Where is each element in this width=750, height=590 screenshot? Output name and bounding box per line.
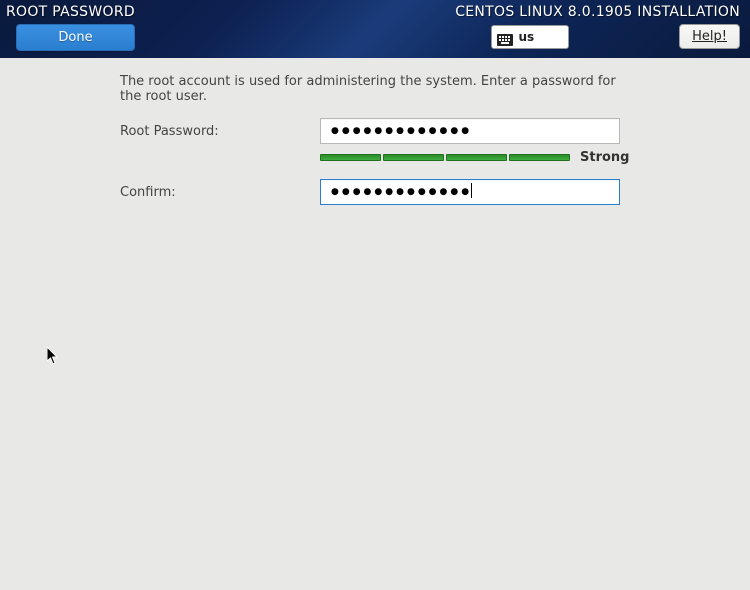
keyboard-layout-label: us (518, 30, 534, 44)
header-right: CENTOS LINUX 8.0.1905 INSTALLATION us He… (455, 4, 740, 49)
password-strength-label: Strong (580, 150, 629, 165)
installer-title: CENTOS LINUX 8.0.1905 INSTALLATION (455, 4, 740, 20)
password-dots (331, 126, 472, 136)
header-left: ROOT PASSWORD Done (6, 4, 135, 51)
content-area: The root account is used for administeri… (0, 58, 750, 205)
strength-segment (320, 154, 381, 161)
strength-segment (383, 154, 444, 161)
strength-segment (446, 154, 507, 161)
text-caret (471, 183, 472, 198)
description-text: The root account is used for administeri… (120, 74, 630, 104)
keyboard-icon (497, 31, 513, 43)
done-button[interactable]: Done (16, 24, 135, 51)
top-header: ROOT PASSWORD Done CENTOS LINUX 8.0.1905… (0, 0, 750, 58)
confirm-password-input[interactable] (320, 179, 620, 205)
password-row: Root Password: (120, 118, 630, 144)
confirm-dots (331, 187, 472, 197)
confirm-label: Confirm: (120, 185, 320, 200)
help-button[interactable]: Help! (679, 24, 740, 49)
password-label: Root Password: (120, 124, 320, 139)
password-strength-bar (320, 154, 570, 161)
cursor-icon (47, 347, 59, 365)
keyboard-layout-indicator[interactable]: us (491, 25, 569, 49)
confirm-row: Confirm: (120, 179, 630, 205)
strength-segment (509, 154, 570, 161)
page-title: ROOT PASSWORD (6, 4, 135, 20)
root-password-input[interactable] (320, 118, 620, 144)
strength-row: Strong (320, 150, 630, 165)
header-controls: us Help! (455, 24, 740, 49)
